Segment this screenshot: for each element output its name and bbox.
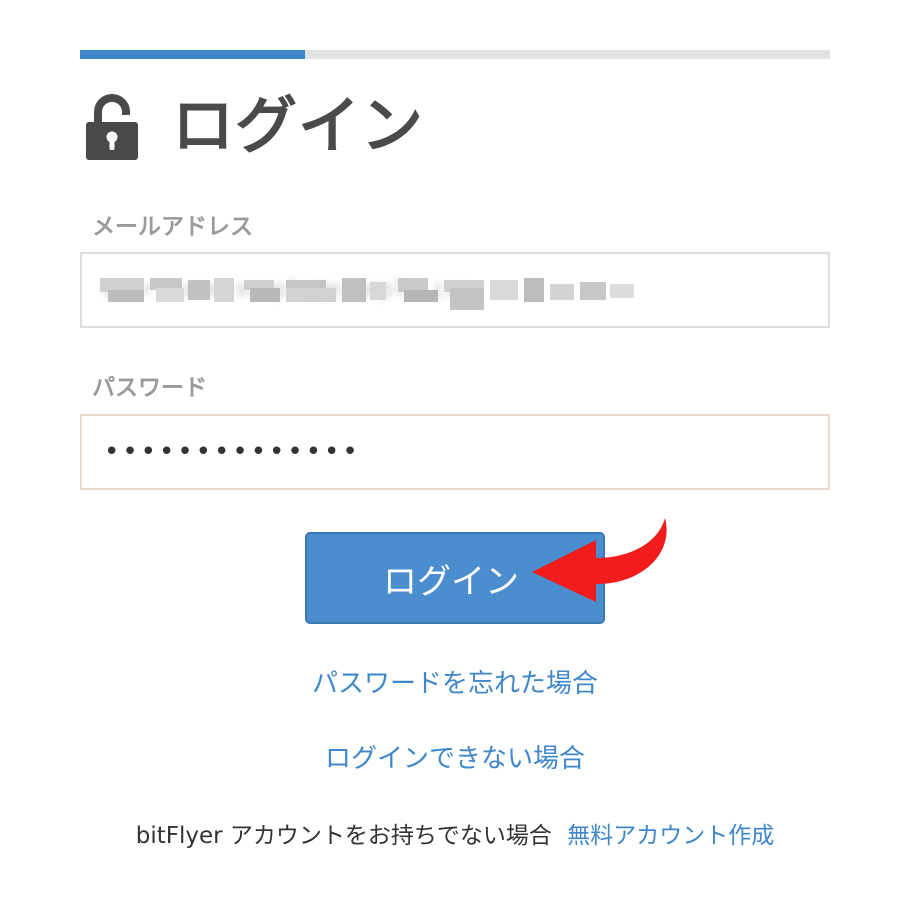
signup-row: bitFlyer アカウントをお持ちでない場合 無料アカウント作成 xyxy=(0,825,910,848)
login-button[interactable]: ログイン xyxy=(305,532,605,624)
signup-prompt: bitFlyer アカウントをお持ちでない場合 xyxy=(135,823,552,849)
progress-bar xyxy=(80,50,830,59)
email-label: メールアドレス xyxy=(92,214,253,240)
page-header: ログイン xyxy=(84,88,424,164)
page-title: ログイン xyxy=(172,89,425,162)
email-field[interactable]: user.name.sample@example.com xyxy=(80,252,830,328)
pixelated-email-mask xyxy=(100,278,634,310)
password-value: •••••••••••••• xyxy=(104,437,361,467)
free-account-link[interactable]: 無料アカウント作成 xyxy=(567,823,774,849)
forgot-password-link[interactable]: パスワードを忘れた場合 xyxy=(0,671,910,697)
login-button-label: ログイン xyxy=(383,561,519,602)
password-label: パスワード xyxy=(92,375,207,401)
cannot-login-link[interactable]: ログインできない場合 xyxy=(0,746,910,772)
lock-icon xyxy=(86,94,138,160)
password-field[interactable]: •••••••••••••• xyxy=(80,414,830,490)
progress-bar-fill xyxy=(80,50,305,59)
